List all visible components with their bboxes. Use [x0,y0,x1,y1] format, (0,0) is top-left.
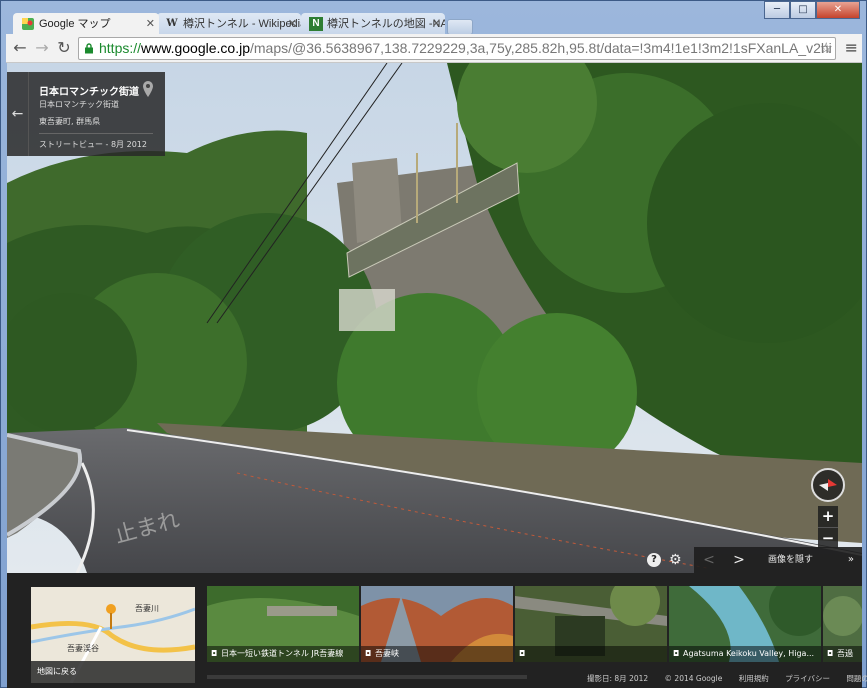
imagery-strip: 吾妻川 吾妻渓谷 地図に戻る ◘ 日本一短い鉄道トンネル JR吾妻線 ◘ 吾妻峡 ◘… [7,573,867,688]
photo-thumbnail[interactable]: ◘ 吾妻峡 [361,586,513,662]
photo-thumbnail[interactable]: ◘ 日本一短い鉄道トンネル JR吾妻線 [207,586,359,662]
capture-date-footer: 撮影日: 8月 2012 [587,674,649,683]
chrome-menu-icon[interactable]: ≡ [845,38,858,57]
bookmark-star-icon[interactable]: ☆ [820,38,833,59]
map-label: 吾妻渓谷 [67,644,99,653]
close-window-button[interactable]: ✕ [816,1,860,19]
close-tab-icon[interactable]: ✕ [432,13,441,35]
thumbnail-caption: ◘ 吾妻峡 [361,646,513,662]
tab-google-maps[interactable]: Google マップ ✕ [13,13,159,35]
address-bar[interactable]: https://www.google.co.jp/maps/@36.563896… [78,37,836,60]
back-arrow-icon[interactable]: ← [7,72,29,156]
report-problem-link[interactable]: 問題の報告 [846,674,867,683]
new-tab-button[interactable] [447,19,473,35]
camera-icon: ◘ [211,649,218,658]
navitime-favicon: N [309,17,323,31]
tab-label: 樽沢トンネル - Wikipedia [183,18,301,30]
thumbnail-caption: ◘ 日本一短い鉄道トンネル JR吾妻線 [207,646,359,662]
thumbnail-caption: ◘ Agatsuma Keikoku Valley, Higa... [669,646,821,662]
close-tab-icon[interactable]: ✕ [146,13,155,35]
photo-thumbnail[interactable]: ◘ [515,586,667,662]
wikipedia-favicon: W [166,18,178,29]
back-to-map-button[interactable]: 地図に戻る [31,661,195,683]
photo-nav-bar: < > 画像を隠す » [694,547,862,573]
browser-window: Google マップ ✕ W 樽沢トンネル - Wikipedia ✕ N 樽沢… [0,0,867,688]
compass-icon[interactable] [811,468,845,502]
maximize-button[interactable]: □ [790,1,816,19]
terms-link[interactable]: 利用規約 [739,674,769,683]
map-footer: 撮影日: 8月 2012 © 2014 Google 利用規約 プライバシー 問… [587,673,867,684]
thumbnail-caption: ◘ [515,646,667,662]
next-button[interactable]: > [724,547,754,573]
divider [39,133,153,134]
tab-wikipedia[interactable]: W 樽沢トンネル - Wikipedia ✕ [157,13,301,35]
window-controls: ─ □ ✕ [764,1,860,19]
browser-toolbar: ← → ↻ https://www.google.co.jp/maps/@36.… [6,34,862,63]
capture-date: ストリートビュー - 8月 2012 [39,140,147,149]
back-button[interactable]: ← [10,38,30,58]
location-info-card: ← 日本ロマンチック街道 日本ロマンチック街道 東吾妻町, 群馬県 ストリートビ… [7,72,165,156]
photo-thumbnail[interactable]: ◘ Agatsuma Keikoku Valley, Higa... [669,586,821,662]
url-text: https://www.google.co.jp/maps/@36.563896… [99,40,832,56]
thumbnail-caption: ◘ 吾過 [823,646,862,662]
zoom-in-button[interactable]: + [818,506,838,527]
settings-gear-icon[interactable]: ⚙ [669,552,682,568]
camera-icon: ◘ [673,649,680,658]
collapse-chevron-icon[interactable]: » [848,547,854,573]
close-tab-icon[interactable]: ✕ [288,13,297,35]
lock-icon [85,43,93,54]
copyright: © 2014 Google [664,674,723,683]
hide-images-button[interactable]: 画像を隠す [768,547,813,573]
tab-label: 樽沢トンネルの地図 -NAVITIME [327,18,445,30]
forward-button[interactable]: → [32,38,52,58]
help-icon[interactable]: ? [647,553,661,567]
tab-strip: Google マップ ✕ W 樽沢トンネル - Wikipedia ✕ N 樽沢… [7,11,777,35]
place-location: 東吾妻町, 群馬県 [39,117,101,126]
previous-button[interactable]: < [694,547,724,573]
camera-icon: ◘ [827,649,834,658]
zoom-controls: + − [818,506,838,548]
camera-icon: ◘ [519,649,526,658]
tab-navitime[interactable]: N 樽沢トンネルの地図 -NAVITIME ✕ [301,13,445,35]
tab-label: Google マップ [39,18,111,30]
map-pin-icon[interactable] [141,80,155,98]
minimize-button[interactable]: ─ [764,1,790,19]
zoom-out-button[interactable]: − [818,528,838,549]
google-maps-favicon [21,17,35,31]
street-view-panorama[interactable]: 止まれ ← 日本ロマンチック街道 日本ロマンチック街道 東吾妻町, 群馬県 スト… [7,63,862,573]
camera-icon: ◘ [365,649,372,658]
privacy-link[interactable]: プライバシー [785,674,830,683]
strip-scrollbar[interactable] [207,675,527,679]
photo-thumbnail[interactable]: ◘ 吾過 [823,586,862,662]
reload-button[interactable]: ↻ [54,38,74,58]
road-name: 日本ロマンチック街道 [39,100,119,109]
map-label: 吾妻川 [135,604,159,613]
place-title: 日本ロマンチック街道 [39,87,139,98]
mini-map[interactable]: 吾妻川 吾妻渓谷 地図に戻る [31,587,195,683]
